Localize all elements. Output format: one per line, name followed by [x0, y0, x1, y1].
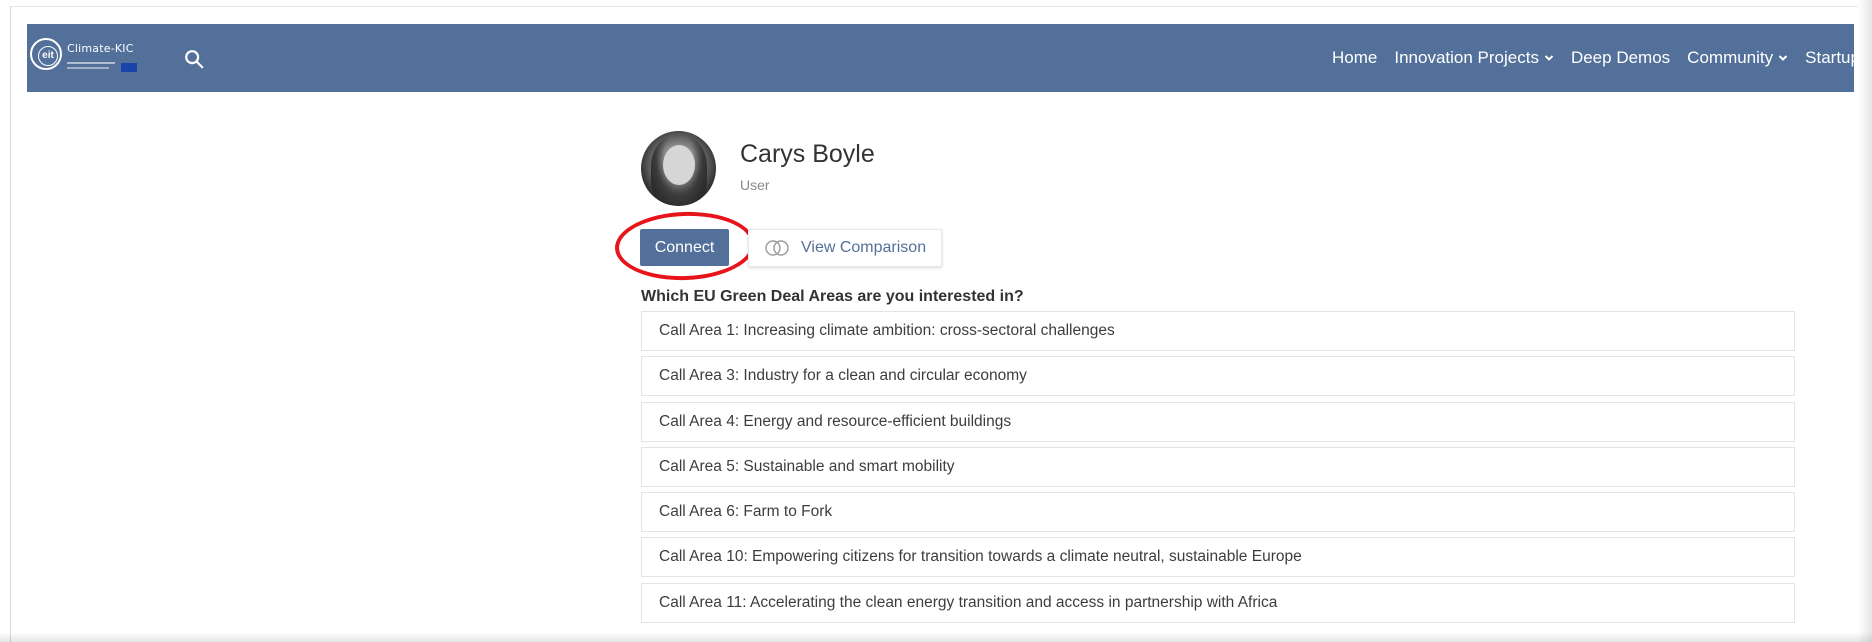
list-item: Call Area 3: Industry for a clean and ci…	[641, 356, 1795, 397]
chevron-down-icon	[1778, 55, 1788, 61]
climate-kic-logo[interactable]: eit Climate-KIC	[27, 30, 159, 86]
list-item: Call Area 10: Empowering citizens for tr…	[641, 537, 1795, 578]
main-nav: Home Innovation Projects Deep Demos Comm…	[1332, 24, 1854, 92]
user-role: User	[740, 177, 770, 193]
interests-question: Which EU Green Deal Areas are you intere…	[641, 288, 1024, 305]
eit-logo-mark: eit	[30, 38, 62, 70]
nav-innovation-projects-label: Innovation Projects	[1394, 48, 1539, 67]
connect-button[interactable]: Connect	[640, 229, 729, 266]
list-item: Call Area 5: Sustainable and smart mobil…	[641, 446, 1795, 487]
list-item: Call Area 11: Accelerating the clean ene…	[641, 582, 1795, 623]
frame-shadow	[0, 632, 1872, 642]
view-comparison-button[interactable]: View Comparison	[748, 229, 942, 267]
logo-name: Climate-KIC	[67, 42, 134, 55]
list-item: Call Area 6: Farm to Fork	[641, 492, 1795, 533]
nav-innovation-projects[interactable]: Innovation Projects	[1394, 48, 1554, 68]
overlap-circles-icon	[765, 240, 789, 256]
screenshot-frame: eit Climate-KIC Home Innovation Projects	[0, 0, 1872, 642]
list-item: Call Area 1: Increasing climate ambition…	[641, 311, 1795, 351]
chevron-down-icon	[1544, 55, 1554, 61]
nav-startup-label: Startup	[1805, 48, 1854, 67]
avatar-face	[663, 145, 695, 185]
eit-logo-text: eit	[38, 46, 58, 66]
nav-deep-demos-label: Deep Demos	[1570, 48, 1671, 67]
nav-home[interactable]: Home	[1332, 48, 1377, 68]
nav-deep-demos[interactable]: Deep Demos	[1571, 48, 1670, 68]
eu-flag-icon	[121, 63, 137, 72]
user-name: Carys Boyle	[740, 140, 875, 168]
logo-tagline-line	[67, 62, 115, 64]
view-comparison-label: View Comparison	[801, 239, 927, 256]
interest-areas-list: Call Area 1: Increasing climate ambition…	[641, 311, 1795, 628]
search-button[interactable]	[179, 44, 209, 74]
nav-community[interactable]: Community	[1687, 48, 1788, 68]
nav-home-label: Home	[1332, 48, 1378, 67]
frame-shadow	[1858, 0, 1872, 642]
search-icon	[185, 50, 204, 69]
avatar	[641, 131, 716, 206]
top-navbar: eit Climate-KIC Home Innovation Projects	[27, 24, 1854, 92]
logo-tagline-line	[67, 67, 109, 69]
nav-community-label: Community	[1687, 48, 1774, 67]
list-item: Call Area 4: Energy and resource-efficie…	[641, 401, 1795, 442]
nav-startup[interactable]: Startup	[1805, 48, 1854, 68]
